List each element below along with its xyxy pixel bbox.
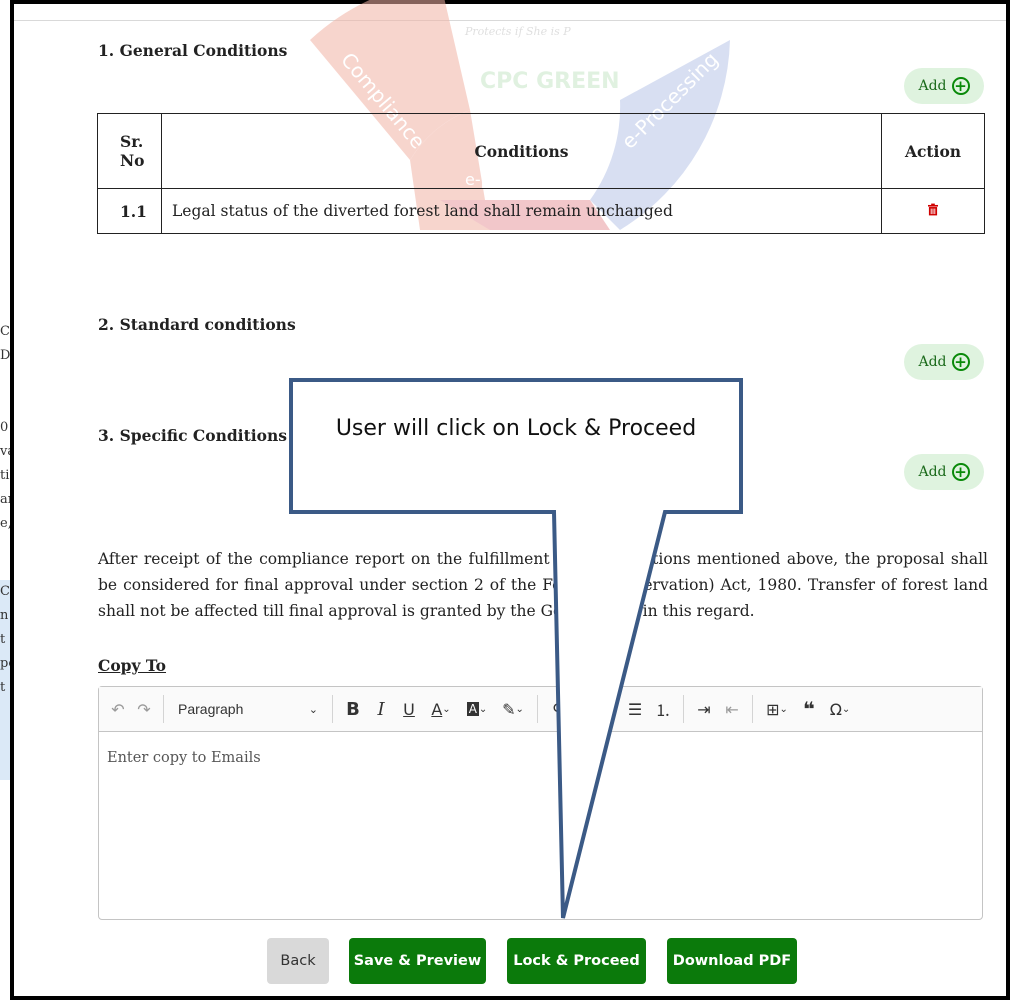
general-conditions-table: Sr. No Conditions Action 1.1 Legal statu… [97,113,985,234]
toolbar-divider [163,695,164,723]
plus-circle-icon: + [951,463,970,481]
blockquote-icon[interactable]: ❝ [795,694,823,724]
callout-text: User will click on Lock & Proceed [335,416,697,441]
table-row: 1.1 Legal status of the diverted forest … [97,188,985,234]
download-pdf-button[interactable]: Download PDF [667,938,797,984]
toolbar-divider [683,695,684,723]
general-conditions-title: 1. General Conditions [98,41,288,60]
font-color-icon[interactable]: A ⌄ [423,694,459,724]
copy-to-input[interactable]: Enter copy to Emails [99,732,982,784]
chevron-down-icon: ⌄ [308,703,318,716]
redo-icon[interactable]: ↷ [131,694,157,724]
plus-circle-icon: + [951,77,970,95]
standard-conditions-title: 2. Standard conditions [98,315,296,334]
underline-icon[interactable]: U [395,694,423,724]
trash-icon [928,203,938,216]
highlight-icon[interactable]: ✎ ⌄ [495,694,531,724]
add-label: Add [918,78,947,94]
editor-toolbar: ↶ ↷ Paragraph ⌄ B I U A ⌄ A ⌄ ✎ ⌄ ⚲ ≡ ⌄ ☰ ⒈ … [99,687,982,732]
italic-icon[interactable]: I [367,694,395,724]
specific-conditions-title: 3. Specific Conditions [98,426,287,445]
general-add-button[interactable]: Add + [904,68,984,104]
copy-to-label: Copy To [98,656,167,675]
font-background-color-icon[interactable]: A ⌄ [459,694,495,724]
add-label: Add [918,354,947,370]
bold-icon[interactable]: B [339,694,367,724]
delete-button[interactable] [881,188,985,234]
numbered-list-icon[interactable]: ⒈ [649,694,677,724]
specific-add-button[interactable]: Add + [904,454,984,490]
bulleted-list-icon[interactable]: ☰ [621,694,649,724]
paragraph-select-label: Paragraph [178,701,244,717]
indent-icon[interactable]: ⇥ [690,694,718,724]
table-icon[interactable]: ⊞ ⌄ [759,694,795,724]
align-icon[interactable]: ≡ ⌄ [585,694,621,724]
header-sr-no: Sr. No [97,113,162,189]
toolbar-divider [578,695,579,723]
copy-to-editor[interactable]: ↶ ↷ Paragraph ⌄ B I U A ⌄ A ⌄ ✎ ⌄ ⚲ ≡ ⌄ ☰ ⒈ … [98,686,983,920]
back-button[interactable]: Back [267,938,329,984]
standard-add-button[interactable]: Add + [904,344,984,380]
top-divider [14,20,1006,21]
lock-proceed-button[interactable]: Lock & Proceed [507,938,646,984]
row-sr-no: 1.1 [97,188,162,234]
link-icon[interactable]: ⚲ [544,694,572,724]
toolbar-divider [752,695,753,723]
toolbar-divider [332,695,333,723]
paragraph-select[interactable]: Paragraph ⌄ [170,694,326,724]
header-conditions: Conditions [161,113,882,189]
plus-circle-icon: + [951,353,970,371]
header-action: Action [881,113,985,189]
table-header-row: Sr. No Conditions Action [97,113,985,189]
row-condition: Legal status of the diverted forest land… [161,188,882,234]
approval-paragraph: After receipt of the compliance report o… [98,550,988,620]
modal-frame-top [10,0,1010,4]
special-characters-icon[interactable]: Ω ⌄ [823,694,857,724]
outdent-icon[interactable]: ⇤ [718,694,746,724]
add-label: Add [918,464,947,480]
undo-icon[interactable]: ↶ [105,694,131,724]
toolbar-divider [537,695,538,723]
save-preview-button[interactable]: Save & Preview [349,938,486,984]
